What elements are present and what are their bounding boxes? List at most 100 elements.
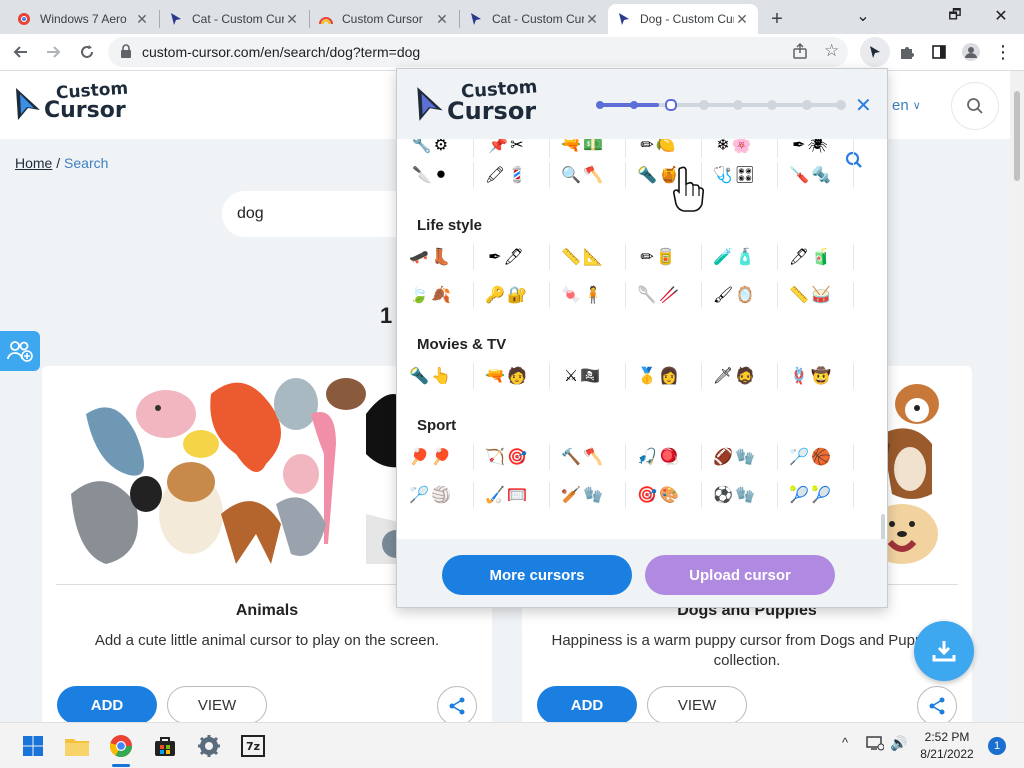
side-panel-icon[interactable] [924, 37, 954, 67]
more-cursors-button[interactable]: More cursors [442, 555, 632, 595]
cursor-pack-item[interactable]: 🧪🧴 [705, 243, 765, 271]
cursor-pack-item[interactable]: 🍬🧍 [553, 281, 613, 309]
cursor-pack-item[interactable]: 🔑🔐 [477, 281, 537, 309]
share-button[interactable] [437, 686, 477, 722]
popup-close-icon[interactable]: ✕ [855, 93, 872, 118]
cursor-pack-item[interactable]: 🔨🪓 [553, 443, 613, 471]
cursor-pack-item[interactable]: 🪢🤠 [781, 362, 841, 390]
tab-close-icon[interactable]: ✕ [584, 11, 600, 28]
bookmark-star-icon[interactable]: ☆ [824, 41, 839, 61]
page-scrollbar-thumb[interactable] [1014, 91, 1020, 181]
search-input[interactable]: dog [222, 191, 422, 237]
upload-cursor-button[interactable]: Upload cursor [645, 555, 835, 595]
clock-date: 8/21/2022 [920, 747, 974, 761]
cursor-pack-item[interactable]: 🔧⚙ [401, 139, 461, 159]
tab-dog-active[interactable]: Dog - Custom Cursor ✕ [608, 4, 758, 34]
language-selector[interactable]: en ∨ [892, 97, 921, 114]
tab-close-icon[interactable]: ✕ [134, 11, 150, 28]
site-logo[interactable]: Custom Cursor [14, 78, 129, 122]
popup-search-icon[interactable] [845, 151, 863, 174]
cursor-pack-item[interactable]: ✒🖊 [477, 243, 537, 271]
cursor-pack-item[interactable]: 🎾🎾 [781, 481, 841, 509]
share-button[interactable] [917, 686, 957, 722]
tab-windows7[interactable]: Windows 7 Aero ✕ [8, 4, 158, 34]
cursor-pack-item[interactable]: 🔦👆 [401, 362, 461, 390]
extensions-puzzle-icon[interactable] [892, 37, 922, 67]
cursor-pack-item[interactable]: 🏹🎯 [477, 443, 537, 471]
cursor-pack-item[interactable]: 🍃🍂 [401, 281, 461, 309]
notification-badge[interactable]: 1 [988, 737, 1006, 755]
cursor-pack-item[interactable]: ✏🍋 [629, 139, 689, 159]
cursor-pack-item[interactable]: ⚽🧤 [705, 481, 765, 509]
add-button[interactable]: ADD [57, 686, 157, 722]
page-scrollbar[interactable] [1010, 71, 1024, 722]
profile-avatar-icon[interactable] [956, 37, 986, 67]
store-icon[interactable] [148, 729, 182, 763]
view-button[interactable]: VIEW [647, 686, 747, 722]
add-button[interactable]: ADD [537, 686, 637, 722]
volume-icon[interactable]: 🔊 [890, 735, 907, 752]
popup-scrollbar[interactable] [881, 514, 885, 539]
cursor-pack-item[interactable]: ✏🥫 [629, 243, 689, 271]
cursor-pack-item[interactable]: 🏈🧤 [705, 443, 765, 471]
forward-icon[interactable] [38, 37, 68, 67]
cursor-pack-item[interactable]: 🪛🔩 [781, 161, 841, 189]
minimize-icon[interactable]: ⌄ [840, 0, 886, 32]
site-search-button[interactable] [952, 83, 998, 129]
cursor-pack-item[interactable]: 🖍💈 [477, 161, 537, 189]
tray-overflow-chevron-icon[interactable]: ^ [842, 735, 848, 750]
cursor-pack-item[interactable]: 🏓🏓 [401, 443, 461, 471]
community-users-button[interactable] [0, 331, 40, 371]
tab-cat-2[interactable]: Cat - Custom Cursor ✕ [460, 4, 608, 34]
reload-icon[interactable] [72, 37, 102, 67]
new-tab-button[interactable]: + [762, 4, 792, 34]
cursor-pack-item[interactable]: 🔪⚫ [401, 161, 461, 189]
file-explorer-icon[interactable] [60, 729, 94, 763]
cursor-pack-item[interactable]: 🏸🏐 [401, 481, 461, 509]
custom-cursor-extension-icon[interactable] [860, 37, 890, 67]
cursor-pack-item[interactable]: 🔫🧑 [477, 362, 537, 390]
download-button[interactable] [914, 621, 974, 681]
cursor-pack-item[interactable]: 🔫💵 [553, 139, 613, 159]
cursor-pack-item[interactable]: 📌✂ [477, 139, 537, 159]
view-button[interactable]: VIEW [167, 686, 267, 722]
cursor-pack-item[interactable]: 📏📐 [553, 243, 613, 271]
cursor-pack-item[interactable]: 🎯🎨 [629, 481, 689, 509]
tab-close-icon[interactable]: ✕ [284, 11, 300, 28]
restore-icon[interactable]: 🗗 [932, 0, 978, 32]
popup-cursor-list[interactable]: 🔧⚙ 📌✂ 🔫💵 ✏🍋 ❄🌸 ✒🕷 🔪⚫ 🖍💈 🔍🪓 🔦🍯 🩺🎛 🪛🔩 Life style 🛹👢 ✒… [397, 139, 887, 539]
share-page-icon[interactable] [792, 42, 808, 64]
cursor-pack-item[interactable]: 🥄🥢 [629, 281, 689, 309]
cursor-pack-item[interactable]: 🛹👢 [401, 243, 461, 271]
settings-icon[interactable] [192, 729, 226, 763]
cursor-pack-item[interactable]: ✒🕷 [781, 139, 841, 159]
tab-custom-cursor[interactable]: Custom Cursor ✕ [310, 4, 458, 34]
windows-start-icon[interactable] [16, 729, 50, 763]
cursor-pack-item[interactable]: 🖊🧃 [781, 243, 841, 271]
cursor-pack-item[interactable]: 🏸🏀 [781, 443, 841, 471]
cursor-pack-item[interactable]: 🥇👩 [629, 362, 689, 390]
cursor-pack-item[interactable]: 🏏🧤 [553, 481, 613, 509]
cursor-pack-item[interactable]: 🩺🎛 [705, 161, 765, 189]
browser-menu-icon[interactable]: ⋮ [988, 37, 1018, 67]
network-icon[interactable] [866, 735, 885, 754]
tab-close-icon[interactable]: ✕ [734, 11, 750, 28]
back-icon[interactable] [6, 37, 36, 67]
chrome-icon[interactable] [104, 729, 138, 763]
logo-line1: Custom [55, 78, 129, 104]
cursor-pack-item[interactable]: 🖌🪞 [705, 281, 765, 309]
cursor-pack-item[interactable]: ⚔🏴‍☠ [553, 362, 613, 390]
cursor-pack-item[interactable]: 📏🥁 [781, 281, 841, 309]
close-window-icon[interactable]: ✕ [978, 0, 1024, 32]
cursor-pack-item[interactable]: 🗡🧔 [705, 362, 765, 390]
cursor-pack-item[interactable]: ❄🌸 [705, 139, 765, 159]
cursor-pack-item[interactable]: 🔍🪓 [553, 161, 613, 189]
breadcrumb-home-link[interactable]: Home [15, 155, 52, 171]
tab-close-icon[interactable]: ✕ [434, 11, 450, 28]
tab-cat-1[interactable]: Cat - Custom Cursor ✕ [160, 4, 308, 34]
cursor-pack-item[interactable]: 🏑🥅 [477, 481, 537, 509]
system-clock[interactable]: 2:52 PM 8/21/2022 [912, 729, 982, 763]
address-bar[interactable]: custom-cursor.com/en/search/dog?term=dog… [108, 37, 848, 67]
cursor-pack-item[interactable]: 🎣🪀 [629, 443, 689, 471]
7zip-icon[interactable]: 7z [236, 729, 270, 763]
